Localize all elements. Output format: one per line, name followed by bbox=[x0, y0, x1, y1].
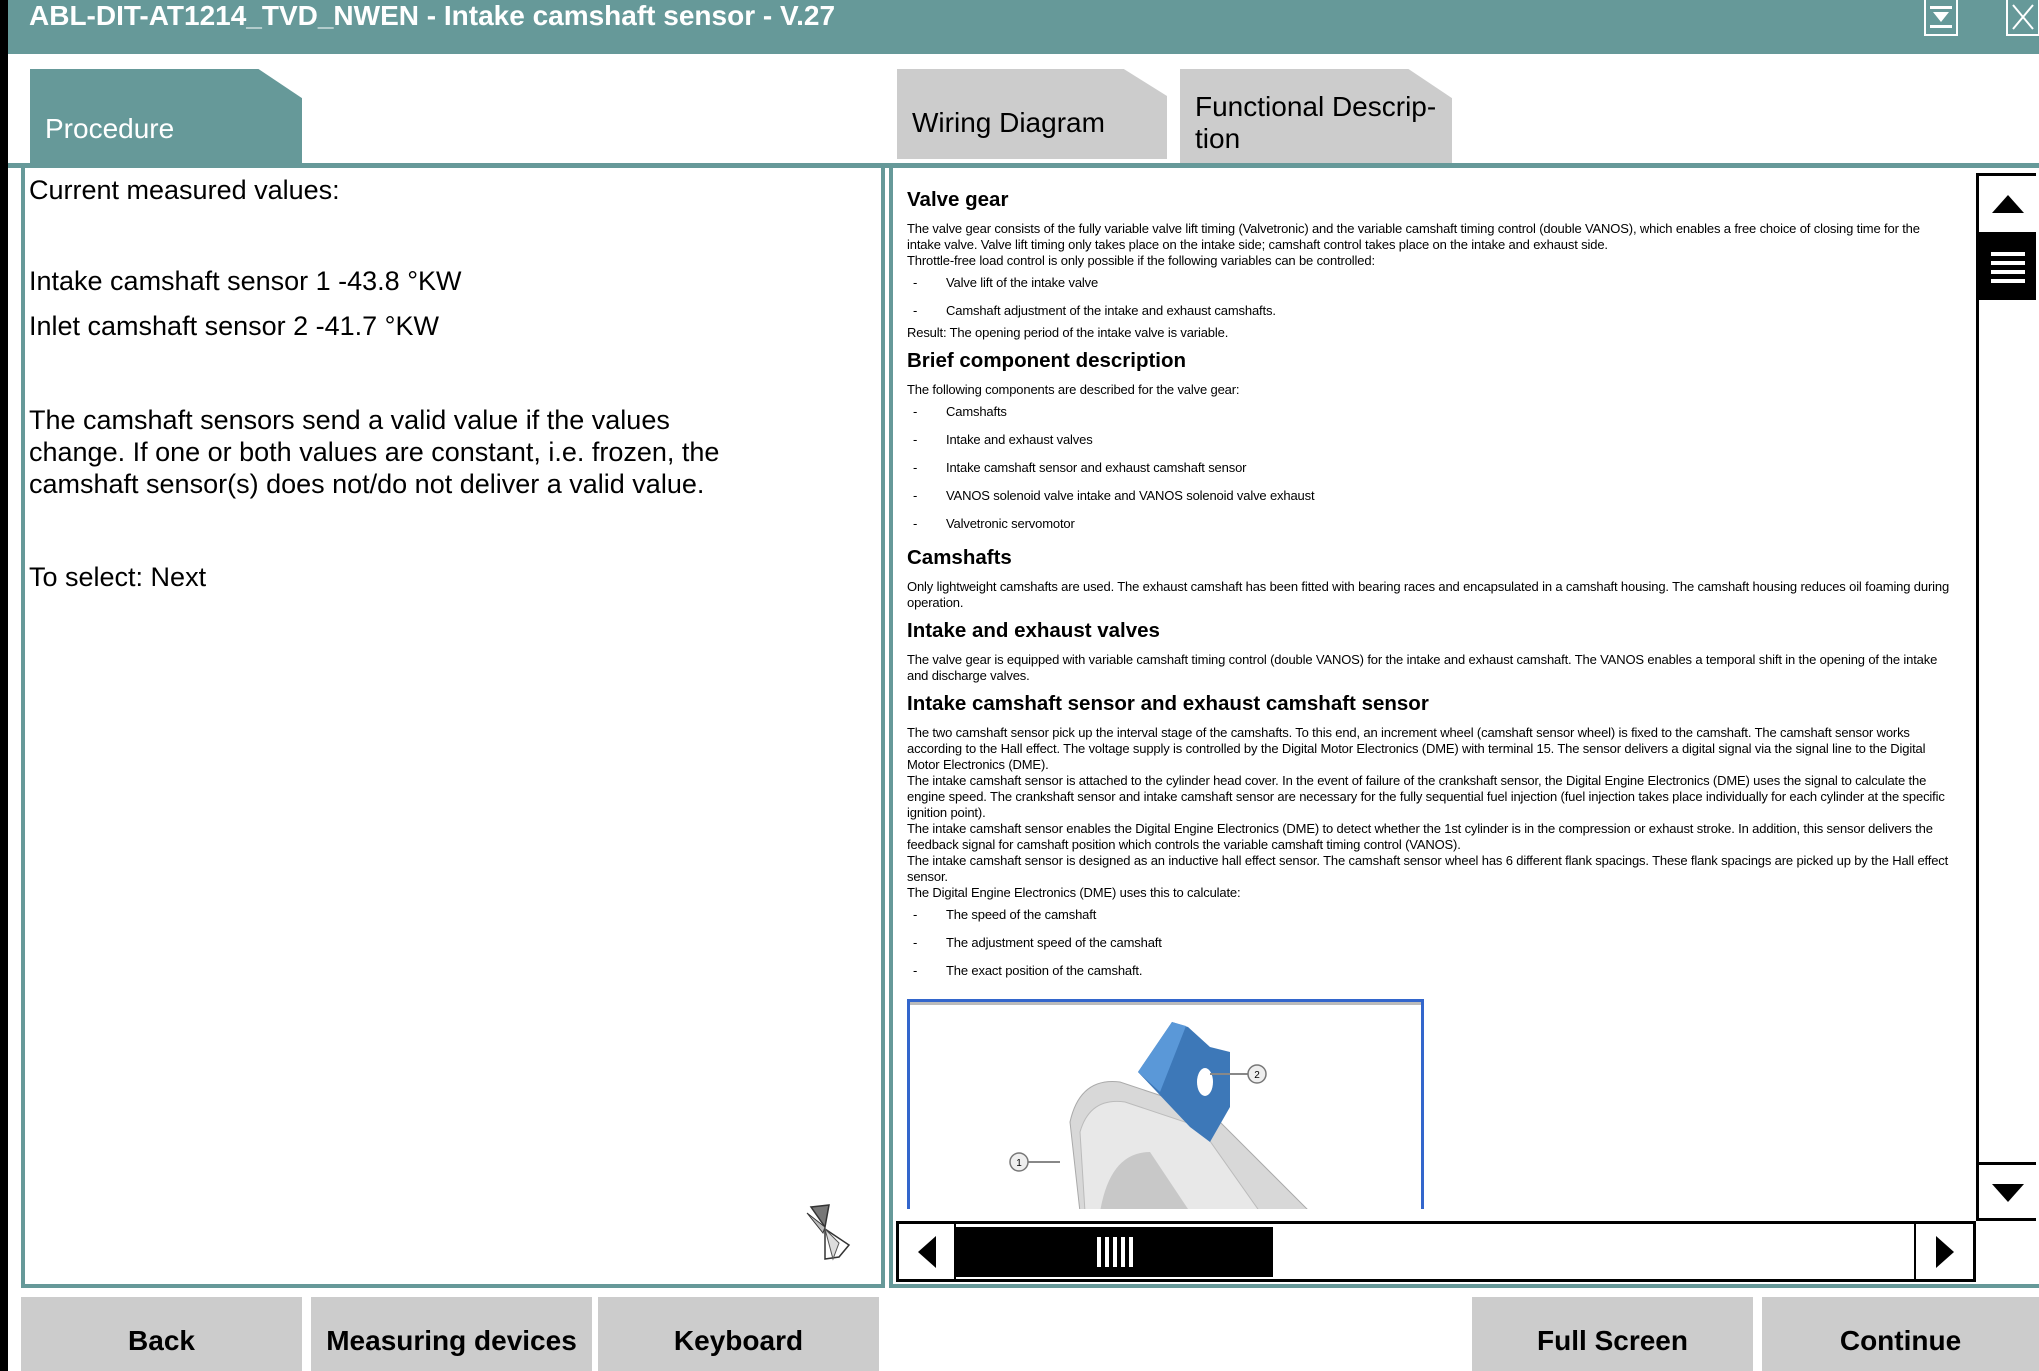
list-item: - Camshaft adjustment of the intake and e… bbox=[913, 303, 1276, 318]
paragraph: The intake camshaft sensor is designed a… bbox=[907, 853, 1949, 884]
camshaft-sensor-illustration: 2 1 bbox=[910, 1002, 1421, 1209]
minimize-button[interactable] bbox=[1924, 0, 1958, 36]
section-title: Intake and exhaust valves bbox=[907, 619, 1160, 642]
section-sensors: Intake camshaft sensor and exhaust camsh… bbox=[907, 692, 1952, 1209]
note-line-2: change. If one or both values are consta… bbox=[29, 437, 720, 467]
tab-procedure[interactable]: Procedure bbox=[30, 69, 302, 166]
vertical-scroll-thumb[interactable] bbox=[1979, 234, 2036, 300]
tab-wiring-diagram[interactable]: Wiring Diagram bbox=[897, 69, 1167, 159]
paragraph: The intake camshaft sensor enables the D… bbox=[907, 821, 1933, 852]
note-line-1: The camshaft sensors send a valid value … bbox=[29, 405, 670, 435]
measured-values-heading: Current measured values: bbox=[29, 175, 340, 205]
arrow-right-icon bbox=[1935, 1235, 1954, 1268]
hourglass-spinner-icon bbox=[806, 1204, 851, 1261]
section-title: Camshafts bbox=[907, 546, 1012, 569]
paragraph: The valve gear consists of the fully var… bbox=[907, 221, 1920, 252]
horizontal-scrollbar[interactable] bbox=[896, 1221, 1976, 1282]
window-edge bbox=[0, 0, 8, 1371]
list-item: - Valvetronic servomotor bbox=[913, 516, 1075, 531]
paragraph: The intake camshaft sensor is attached t… bbox=[907, 773, 1945, 820]
list-item: - The adjustment speed of the camshaft bbox=[913, 935, 1162, 950]
list-item: - VANOS solenoid valve intake and VANOS s… bbox=[913, 488, 1315, 503]
window-title: ABL-DIT-AT1214_TVD_NWEN - Intake camshaf… bbox=[29, 0, 836, 31]
section-title: Valve gear bbox=[907, 188, 1009, 211]
scroll-right-button[interactable] bbox=[1914, 1224, 1973, 1279]
list-item: - Camshafts bbox=[913, 404, 1007, 419]
callout-2: 2 bbox=[1254, 1070, 1260, 1081]
tab-label: Wiring Diagram bbox=[912, 107, 1105, 138]
section-valves: Intake and exhaust valves The valve gear… bbox=[907, 619, 1952, 684]
section-camshafts: Camshafts Only lightweight camshafts are… bbox=[907, 546, 1952, 611]
list-item: - The speed of the camshaft bbox=[913, 907, 1097, 922]
paragraph: Throttle-free load control is only possi… bbox=[907, 253, 1375, 268]
measuring-devices-button[interactable]: Measuring devices bbox=[311, 1297, 592, 1371]
description-content: Valve gear The valve gear consists of th… bbox=[907, 188, 1952, 1222]
horizontal-scroll-thumb[interactable] bbox=[956, 1227, 1273, 1277]
title-bar: ABL-DIT-AT1214_TVD_NWEN - Intake camshaf… bbox=[0, 0, 2039, 54]
note-line-3: camshaft sensor(s) does not/do not deliv… bbox=[29, 469, 705, 499]
close-button[interactable] bbox=[2006, 0, 2039, 36]
minimize-dropdown-icon bbox=[1930, 6, 1952, 28]
scroll-up-button[interactable] bbox=[1979, 176, 2036, 234]
section-title: Intake camshaft sensor and exhaust camsh… bbox=[907, 692, 1429, 715]
tab-label: Functional Descrip- bbox=[1195, 90, 1437, 122]
paragraph: The Digital Engine Electronics (DME) use… bbox=[907, 885, 1241, 900]
arrow-left-icon bbox=[917, 1235, 936, 1268]
section-valve-gear: Valve gear The valve gear consists of th… bbox=[907, 188, 1952, 341]
paragraph: Result: The opening period of the intake… bbox=[907, 325, 1229, 340]
list-item: - The exact position of the camshaft. bbox=[913, 963, 1143, 978]
paragraph: Only lightweight camshafts are used. The… bbox=[907, 579, 1950, 610]
continue-button[interactable]: Continue bbox=[1762, 1297, 2039, 1371]
callout-1: 1 bbox=[1016, 1158, 1022, 1169]
list-item: - Valve lift of the intake valve bbox=[913, 275, 1099, 290]
list-item: - Intake and exhaust valves bbox=[913, 432, 1093, 447]
paragraph: The valve gear is equipped with variable… bbox=[907, 652, 1938, 683]
tab-label-cont: tion bbox=[1195, 122, 1241, 154]
scroll-left-button[interactable] bbox=[899, 1224, 956, 1279]
close-icon bbox=[2012, 4, 2034, 30]
section-brief: Brief component description The followin… bbox=[907, 349, 1952, 538]
scroll-down-button[interactable] bbox=[1979, 1162, 2036, 1221]
list-item: - Intake camshaft sensor and exhaust cams… bbox=[913, 460, 1247, 475]
vertical-scrollbar[interactable] bbox=[1976, 173, 2036, 1221]
full-screen-button[interactable]: Full Screen bbox=[1472, 1297, 1753, 1371]
measured-value-2: Inlet camshaft sensor 2 -41.7 °KW bbox=[29, 311, 439, 341]
back-button[interactable]: Back bbox=[21, 1297, 302, 1371]
keyboard-button[interactable]: Keyboard bbox=[598, 1297, 879, 1371]
tab-label: Procedure bbox=[45, 112, 175, 144]
tab-functional-description[interactable]: Functional Descrip- tion bbox=[1180, 69, 1452, 166]
measured-value-1: Intake camshaft sensor 1 -43.8 °KW bbox=[29, 266, 462, 296]
instruction-text: To select: Next bbox=[29, 562, 207, 592]
arrow-down-icon bbox=[1991, 1184, 2024, 1202]
paragraph: The following components are described f… bbox=[907, 382, 1240, 397]
paragraph: The two camshaft sensor pick up the inte… bbox=[907, 725, 1926, 772]
arrow-up-icon bbox=[1991, 195, 2024, 213]
camshaft-sensor-figure[interactable]: 2 1 bbox=[907, 999, 1424, 1209]
section-title: Brief component description bbox=[907, 349, 1187, 372]
